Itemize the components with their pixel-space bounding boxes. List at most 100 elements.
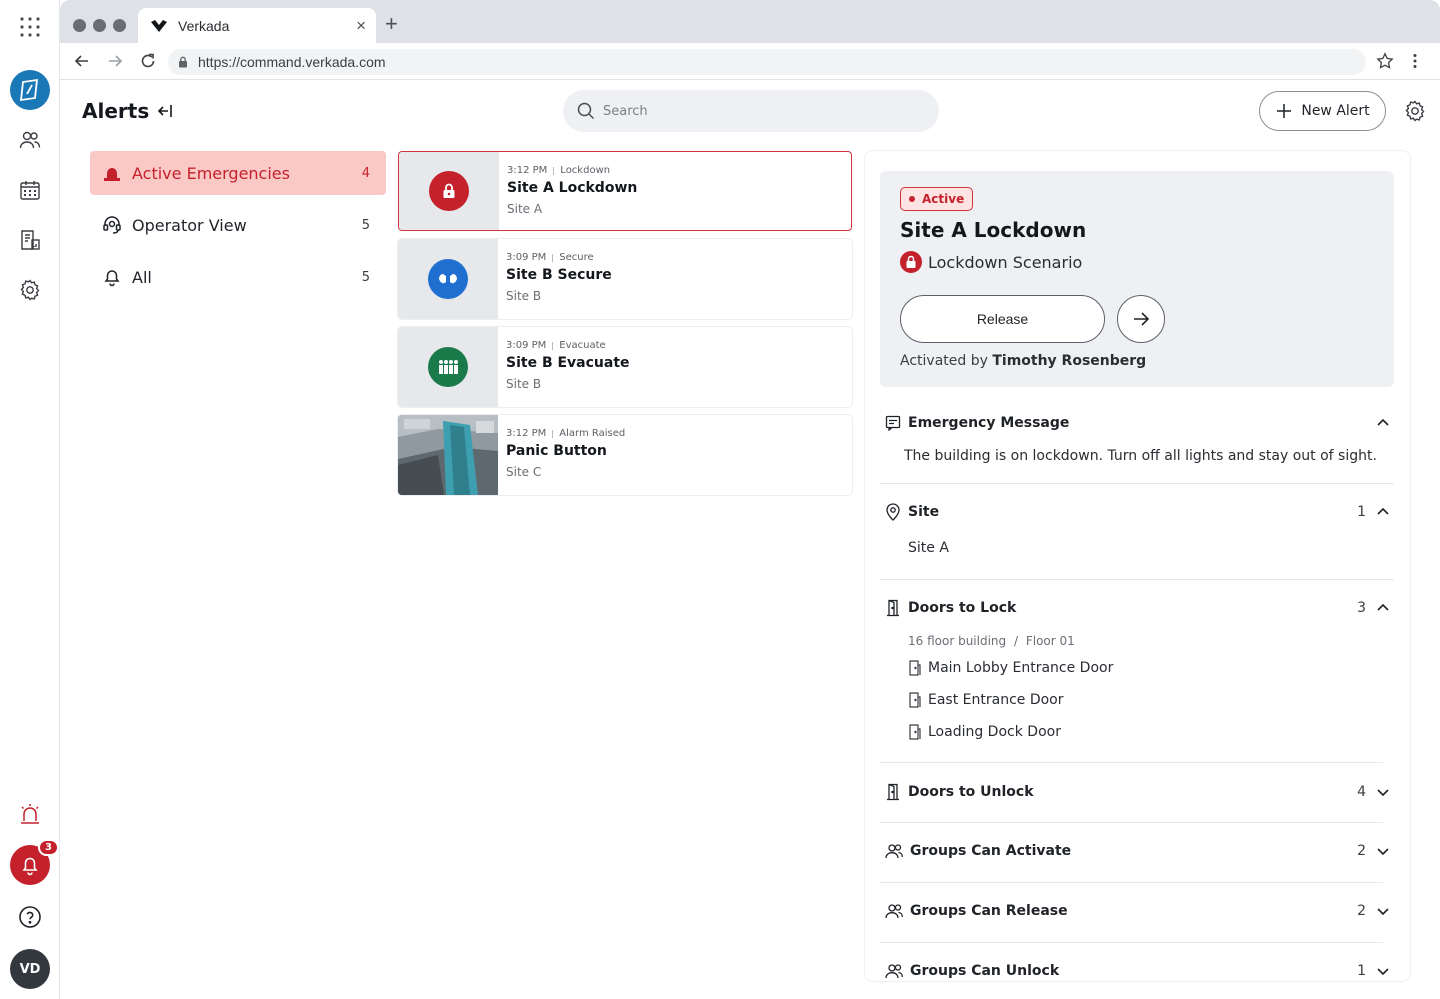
section-divider [880,942,1383,943]
chevron-down-icon[interactable] [1376,844,1390,858]
section-emergency-message[interactable]: Emergency Message [885,415,1390,431]
filter-operator-view[interactable]: Operator View 5 [90,203,386,247]
alert-site: Site B [506,377,542,391]
people-icon [428,347,468,387]
alert-name: Site A Lockdown [507,180,638,196]
building-breadcrumb: 16 floor building / Floor 01 [908,634,1075,648]
filter-active-emergencies[interactable]: Active Emergencies 4 [90,151,386,195]
lock-icon [900,251,922,273]
section-divider [880,579,1394,580]
browser-menu-icon[interactable] [1412,53,1418,69]
chevron-down-icon[interactable] [1376,964,1390,978]
chevron-down-icon[interactable] [1376,904,1390,918]
browser-tab[interactable]: Verkada × [138,8,376,43]
door-icon [887,783,899,801]
page-title: Alerts [82,99,175,123]
window-minimize-dot[interactable] [93,19,106,32]
activator-name: Timothy Rosenberg [992,353,1147,369]
alert-thumbnail [399,152,499,230]
alert-meta: 3:12 PM Alarm Raised [506,428,626,439]
section-site[interactable]: Site 1 [885,503,1390,521]
alert-list-item[interactable]: 3:09 PM Secure Site B Secure Site B [398,239,852,319]
alert-meta: 3:09 PM Secure [506,252,594,263]
settings-icon[interactable] [19,279,41,301]
alert-detail-panel: Active Site A Lockdown Lockdown Scenario… [865,151,1410,981]
new-alert-button[interactable]: New Alert [1259,91,1386,131]
section-divider [880,882,1383,883]
bell-icon [104,270,120,287]
group-icon [885,844,903,859]
url-field[interactable]: https://command.verkada.com [168,49,1366,75]
detail-title: Site A Lockdown [900,218,1087,242]
url-text: https://command.verkada.com [198,54,386,70]
section-doors-to-unlock[interactable]: Doors to Unlock 4 [885,783,1390,801]
notifications-bell-icon[interactable]: 3 [10,839,59,885]
alert-thumbnail [398,327,498,407]
chevron-down-icon[interactable] [1376,785,1390,799]
alert-list-item[interactable]: 3:12 PM Lockdown Site A Lockdown Site A [398,151,852,231]
alert-name: Site B Secure [506,267,612,283]
emergency-message-text: The building is on lockdown. Turn off al… [904,448,1377,464]
new-tab-icon[interactable]: + [385,13,398,35]
notification-count-badge: 3 [38,839,59,856]
window-maximize-dot[interactable] [113,19,126,32]
alert-list-item[interactable]: 3:12 PM Alarm Raised Panic Button Site C [398,415,852,495]
new-alert-label: New Alert [1301,103,1370,119]
reports-icon[interactable] [19,229,41,251]
plus-icon [1277,104,1292,118]
collapse-panel-icon[interactable] [157,102,175,120]
browser-chrome: Verkada × + https://command.verkada.com [60,0,1440,80]
help-icon[interactable] [18,905,42,929]
alert-summary-card: Active Site A Lockdown Lockdown Scenario… [880,171,1394,387]
alert-body: 3:09 PM Secure Site B Secure Site B [498,239,612,319]
users-icon[interactable] [19,130,41,150]
filter-all[interactable]: All 5 [90,255,386,299]
alert-thumbnail [398,239,498,319]
site-value: Site A [908,540,949,556]
alert-settings-icon[interactable] [1404,100,1426,122]
location-pin-icon [886,503,900,521]
reload-icon[interactable] [140,53,156,69]
release-button[interactable]: Release [900,295,1105,343]
section-groups-can-activate[interactable]: Groups Can Activate 2 [885,843,1390,859]
back-arrow-icon[interactable] [74,53,90,69]
group-icon [885,964,903,979]
calendar-icon[interactable] [19,179,41,201]
open-alert-button[interactable] [1117,295,1165,343]
user-avatar[interactable]: VD [10,949,50,989]
verkada-logo-icon [151,19,167,32]
search-input[interactable]: Search [563,90,939,132]
browser-tab-bar: Verkada × + [60,0,1440,43]
alert-body: 3:12 PM Lockdown Site A Lockdown Site A [499,152,637,230]
section-doors-to-lock[interactable]: Doors to Lock 3 [885,599,1390,617]
arrow-right-icon [1134,312,1150,326]
tab-close-icon[interactable]: × [356,16,366,36]
command-logo-icon[interactable] [10,70,50,110]
section-groups-can-unlock[interactable]: Groups Can Unlock 1 [885,963,1390,979]
section-divider [880,822,1383,823]
address-bar: https://command.verkada.com [60,43,1440,80]
alert-body: 3:12 PM Alarm Raised Panic Button Site C [498,415,625,495]
door-list-item[interactable]: Loading Dock Door [908,724,1061,740]
alert-site: Site C [506,465,542,479]
app-rail: 3 VD [0,0,60,999]
chevron-up-icon[interactable] [1376,601,1390,615]
door-list-item[interactable]: East Entrance Door [908,692,1064,708]
forward-arrow-icon[interactable] [107,53,123,69]
alert-meta: 3:12 PM Lockdown [507,165,611,176]
alert-list-item[interactable]: 3:09 PM Evacuate Site B Evacuate Site B [398,327,852,407]
section-divider [880,483,1394,484]
chevron-up-icon[interactable] [1376,505,1390,519]
section-groups-can-release[interactable]: Groups Can Release 2 [885,903,1390,919]
siren-icon[interactable] [18,802,42,826]
search-icon [577,102,595,120]
alert-site: Site A [507,202,543,216]
chevron-up-icon[interactable] [1376,416,1390,430]
alert-name: Panic Button [506,443,607,459]
padlock-icon [179,56,187,68]
app-grid-icon[interactable] [19,16,41,38]
lock-icon [429,171,469,211]
door-list-item[interactable]: Main Lobby Entrance Door [908,660,1113,676]
bookmark-star-icon[interactable] [1376,52,1394,70]
window-close-dot[interactable] [73,19,86,32]
